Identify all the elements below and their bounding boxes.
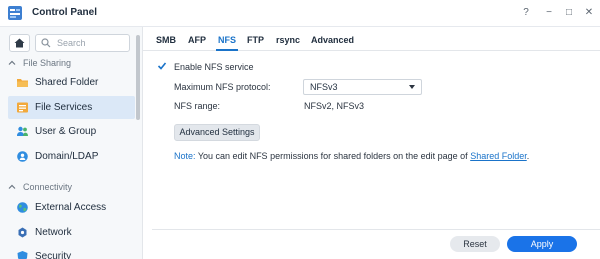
sidebar-item-label: User & Group xyxy=(35,126,97,137)
max-protocol-value: NFSv3 xyxy=(310,82,338,92)
home-icon xyxy=(14,38,25,48)
sidebar-item-label: Shared Folder xyxy=(35,77,99,88)
shield-icon xyxy=(17,251,28,259)
sidebar-item-file-services[interactable]: File Services xyxy=(8,96,135,119)
network-icon xyxy=(18,227,27,238)
chevron-up-icon xyxy=(8,60,16,65)
section-connectivity[interactable]: Connectivity xyxy=(8,180,72,194)
advanced-settings-button[interactable]: Advanced Settings xyxy=(174,124,260,141)
note-label: Note: xyxy=(174,151,196,161)
caret-down-icon xyxy=(409,85,415,89)
control-panel-icon xyxy=(8,6,22,20)
shared-folder-link[interactable]: Shared Folder xyxy=(470,151,527,161)
help-button[interactable]: ? xyxy=(519,6,533,20)
tab-nfs[interactable]: NFS xyxy=(218,35,236,45)
sidebar-item-label: File Services xyxy=(35,102,93,113)
maximize-button[interactable]: □ xyxy=(562,6,576,20)
sidebar-item-shared-folder[interactable]: Shared Folder xyxy=(8,71,135,94)
file-services-icon xyxy=(17,102,28,113)
tab-smb[interactable]: SMB xyxy=(156,35,176,45)
active-tab-indicator xyxy=(216,49,238,51)
search-box[interactable]: Search xyxy=(35,34,130,52)
minimize-button[interactable]: − xyxy=(542,6,556,20)
reset-button[interactable]: Reset xyxy=(450,236,500,252)
note-text: You can edit NFS permissions for shared … xyxy=(195,151,471,161)
folder-icon xyxy=(17,79,28,87)
nfs-range-label: NFS range: xyxy=(174,101,221,111)
chevron-up-icon xyxy=(8,184,16,189)
sidebar-item-security[interactable]: Security xyxy=(8,245,135,259)
nfs-note: Note: You can edit NFS permissions for s… xyxy=(174,151,529,161)
section-file-sharing[interactable]: File Sharing xyxy=(8,56,71,70)
search-icon xyxy=(41,38,51,48)
tab-afp[interactable]: AFP xyxy=(188,35,206,45)
user-group-icon xyxy=(17,126,28,136)
tab-ftp[interactable]: FTP xyxy=(247,35,264,45)
search-input[interactable]: Search xyxy=(57,38,86,48)
enable-nfs-checkbox[interactable] xyxy=(157,61,167,71)
sidebar: Search File Sharing Shared Folder File S… xyxy=(0,27,143,259)
window-title: Control Panel xyxy=(32,7,98,18)
title-bar: Control Panel ? − □ ✕ xyxy=(0,0,600,27)
apply-button[interactable]: Apply xyxy=(507,236,577,252)
tab-rsync[interactable]: rsync xyxy=(276,35,300,45)
sidebar-scrollbar[interactable] xyxy=(136,35,140,120)
max-protocol-select[interactable]: NFSv3 xyxy=(303,79,422,95)
nfs-range-value: NFSv2, NFSv3 xyxy=(304,101,365,111)
globe-icon xyxy=(17,202,28,213)
main-content: SMB AFP NFS FTP rsync Advanced Enable NF… xyxy=(143,27,600,259)
section-label: Connectivity xyxy=(23,182,73,192)
section-label: File Sharing xyxy=(23,58,72,68)
sidebar-item-domain-ldap[interactable]: Domain/LDAP xyxy=(8,145,135,168)
note-end: . xyxy=(526,151,530,161)
sidebar-item-label: Security xyxy=(35,251,72,259)
sidebar-item-user-group[interactable]: User & Group xyxy=(8,120,135,143)
enable-nfs-label: Enable NFS service xyxy=(174,62,254,72)
footer-divider xyxy=(152,229,600,230)
sidebar-item-network[interactable]: Network xyxy=(8,221,135,244)
domain-icon xyxy=(17,151,28,162)
sidebar-item-label: External Access xyxy=(35,202,107,213)
tab-bar: SMB AFP NFS FTP rsync Advanced xyxy=(143,27,600,51)
max-protocol-label: Maximum NFS protocol: xyxy=(174,82,271,92)
sidebar-item-label: Domain/LDAP xyxy=(35,151,99,162)
sidebar-item-external-access[interactable]: External Access xyxy=(8,196,135,219)
home-button[interactable] xyxy=(9,34,30,52)
sidebar-item-label: Network xyxy=(35,227,72,238)
close-button[interactable]: ✕ xyxy=(582,6,596,20)
tab-advanced[interactable]: Advanced xyxy=(311,35,354,45)
